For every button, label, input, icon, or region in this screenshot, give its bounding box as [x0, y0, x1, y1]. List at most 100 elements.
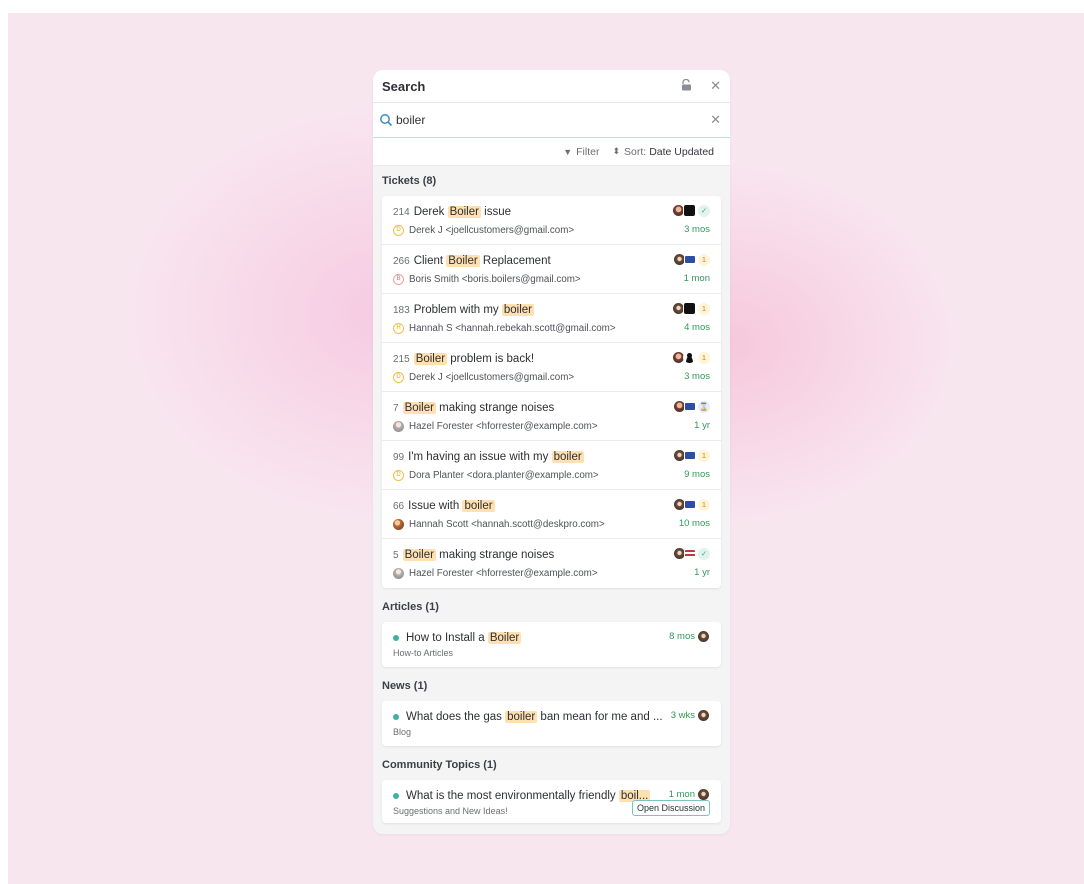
ticket-row[interactable]: 183 Problem with my boiler H Hannah S <h… — [382, 294, 721, 343]
requester-avatar — [393, 420, 404, 432]
flag-icon — [684, 451, 696, 460]
ticket-id: 214 — [393, 206, 410, 218]
ticket-id: 99 — [393, 451, 405, 463]
sort-label: Sort: — [624, 145, 647, 158]
ticket-requester: Boris Smith <boris.boilers@gmail.com> — [409, 273, 581, 285]
ticket-age: 9 mos — [684, 469, 710, 480]
ticket-subject: Boiler problem is back! — [413, 353, 535, 365]
ticket-requester: Hannah S <hannah.rebekah.scott@gmail.com… — [409, 322, 616, 334]
article-age: 8 mos — [669, 631, 695, 642]
match-highlight: Boiler — [402, 402, 436, 414]
article-item[interactable]: How to Install a Boiler How-to Articles … — [382, 622, 721, 667]
search-panel: Search ✕ ✕ ▼ Filter ⬍ Sort: Date Updated… — [373, 70, 730, 834]
ticket-row[interactable]: 214 Derek Boiler issue D Derek J <joellc… — [382, 196, 721, 245]
ticket-row[interactable]: 215 Boiler problem is back! D Derek J <j… — [382, 343, 721, 392]
ticket-age: 4 mos — [684, 322, 710, 333]
status-dot — [393, 635, 399, 641]
team-icon — [683, 302, 696, 315]
ticket-age: 1 yr — [694, 567, 710, 578]
ticket-subject: Issue with boiler — [408, 500, 495, 512]
ticket-id: 7 — [393, 402, 399, 414]
topic-title: What is the most environmentally friendl… — [406, 790, 651, 802]
news-heading: News (1) — [382, 680, 428, 692]
sort-value: Date Updated — [649, 145, 714, 158]
ticket-subject: I'm having an issue with my boiler — [408, 451, 584, 463]
ticket-subject: Boiler making strange noises — [402, 549, 555, 561]
news-section: News (1) What does the gas boiler ban me… — [373, 671, 730, 746]
count-badge: 1 — [698, 351, 710, 364]
match-highlight: boiler — [462, 500, 495, 512]
news-category: Blog — [393, 727, 412, 737]
search-input[interactable] — [396, 113, 711, 127]
article-category: How-to Articles — [393, 648, 454, 658]
requester-avatar: D — [393, 469, 404, 481]
requester-avatar: D — [393, 224, 404, 236]
ticket-requester: Hazel Forester <hforrester@example.com> — [409, 567, 598, 579]
unlock-icon[interactable] — [681, 78, 692, 94]
status-dot — [393, 714, 399, 720]
ticket-row[interactable]: 7 Boiler making strange noises Hazel For… — [382, 392, 721, 441]
search-bar: ✕ — [373, 103, 730, 138]
clear-search-icon[interactable]: ✕ — [710, 112, 721, 128]
ticket-subject: Client Boiler Replacement — [413, 255, 551, 267]
requester-avatar: B — [393, 273, 404, 285]
ticket-row[interactable]: 99 I'm having an issue with my boiler D … — [382, 441, 721, 490]
ticket-subject: Derek Boiler issue — [413, 206, 512, 218]
topic-age: 1 mon — [668, 789, 695, 800]
hourglass-icon: ⌛ — [698, 400, 710, 413]
panel-header: Search ✕ — [373, 70, 730, 103]
team-icon — [683, 204, 696, 217]
community-item[interactable]: What is the most environmentally friendl… — [382, 780, 721, 823]
news-item[interactable]: What does the gas boiler ban mean for me… — [382, 701, 721, 746]
match-highlight: boiler — [551, 451, 584, 463]
articles-heading: Articles (1) — [382, 601, 439, 613]
ticket-id: 66 — [393, 500, 405, 512]
status-badge: Open Discussion — [631, 800, 710, 816]
sort-button[interactable]: ⬍ Sort: Date Updated — [612, 146, 714, 158]
news-age: 3 wks — [670, 710, 695, 721]
community-heading: Community Topics (1) — [382, 759, 497, 771]
ticket-subject: Problem with my boiler — [413, 304, 535, 316]
ticket-subject: Boiler making strange noises — [402, 402, 555, 414]
requester-avatar: D — [393, 371, 404, 383]
ticket-row[interactable]: 66 Issue with boiler Hannah Scott <hanna… — [382, 490, 721, 539]
filter-button[interactable]: ▼ Filter — [563, 146, 599, 158]
tickets-list: 214 Derek Boiler issue D Derek J <joellc… — [382, 196, 721, 588]
ticket-requester: Derek J <joellcustomers@gmail.com> — [409, 371, 575, 383]
ticket-age: 3 mos — [684, 371, 710, 382]
status-check-icon: ✓ — [698, 547, 710, 560]
count-badge: 1 — [698, 449, 710, 462]
requester-avatar — [393, 567, 404, 579]
status-check-icon: ✓ — [698, 204, 710, 217]
match-highlight: Boiler — [446, 255, 480, 267]
filter-icon: ▼ — [563, 146, 573, 157]
tickets-section: Tickets (8) 214 Derek Boiler issue D Der… — [373, 166, 730, 588]
count-badge: 1 — [698, 253, 710, 266]
author-avatar — [697, 630, 710, 643]
status-dot — [393, 793, 399, 799]
ticket-row[interactable]: 5 Boiler making strange noises Hazel For… — [382, 539, 721, 588]
filter-label: Filter — [576, 145, 600, 158]
ticket-id: 183 — [393, 304, 410, 316]
ticket-id: 215 — [393, 353, 410, 365]
close-icon[interactable]: ✕ — [710, 78, 721, 94]
match-highlight: Boiler — [447, 206, 481, 218]
tickets-heading: Tickets (8) — [382, 175, 437, 187]
ticket-requester: Derek J <joellcustomers@gmail.com> — [409, 224, 575, 236]
requester-avatar — [393, 518, 404, 530]
ticket-id: 266 — [393, 255, 410, 267]
ticket-row[interactable]: 266 Client Boiler Replacement B Boris Sm… — [382, 245, 721, 294]
panel-title: Search — [382, 78, 426, 94]
us-flag-icon — [684, 549, 696, 558]
count-badge: 1 — [698, 302, 710, 315]
match-highlight: boiler — [505, 711, 538, 723]
person-icon — [683, 351, 696, 364]
requester-avatar: H — [393, 322, 404, 334]
ticket-age: 1 yr — [694, 420, 710, 431]
ticket-age: 10 mos — [678, 518, 710, 529]
match-highlight: Boiler — [413, 353, 448, 365]
match-highlight: Boiler — [402, 549, 436, 561]
articles-section: Articles (1) How to Install a Boiler How… — [373, 592, 730, 667]
flag-icon — [684, 255, 696, 264]
ticket-age: 3 mos — [684, 224, 710, 235]
